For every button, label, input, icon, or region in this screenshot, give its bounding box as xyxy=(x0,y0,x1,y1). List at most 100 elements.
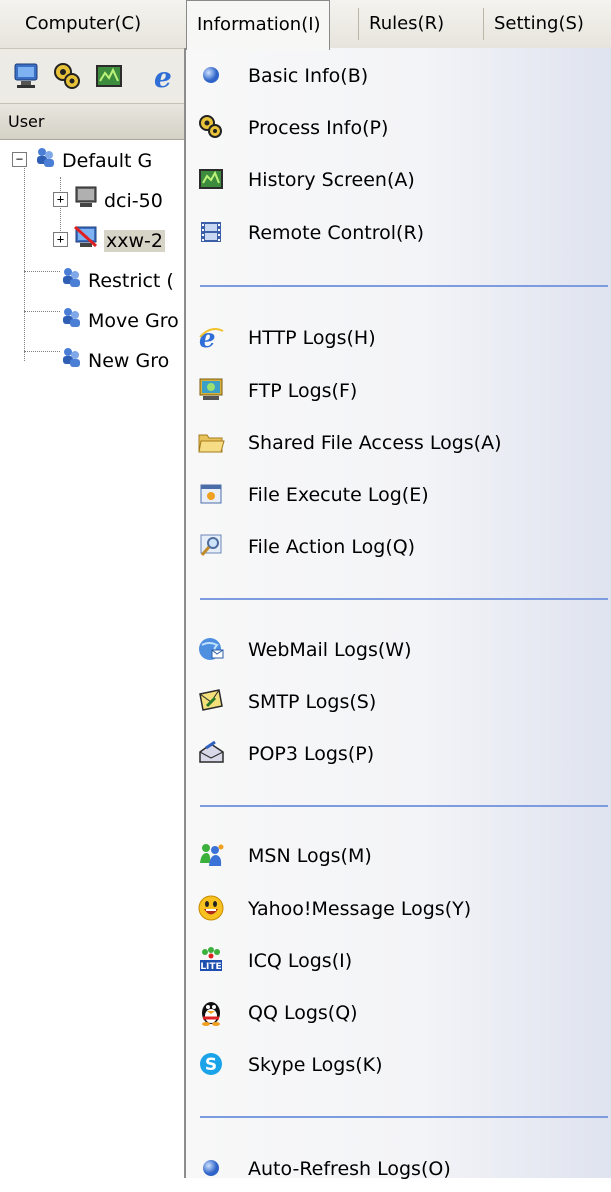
menu-separator xyxy=(200,805,608,807)
tree-item-label: New Gro xyxy=(88,350,170,372)
menu-item-skype-logs[interactable]: S Skype Logs(K) xyxy=(186,1042,611,1088)
menu-item-icq-logs[interactable]: LITE ICQ Logs(I) xyxy=(186,938,611,984)
menu-item-file-action-log[interactable]: File Action Log(Q) xyxy=(186,524,611,570)
menu-bar: Computer(C) Information(I) Rules(R) Sett… xyxy=(0,0,611,50)
menu-item-yahoo-message-logs[interactable]: Yahoo!Message Logs(Y) xyxy=(186,886,611,932)
menu-separator xyxy=(200,285,608,287)
computer-icon[interactable] xyxy=(12,61,42,91)
msn-icon xyxy=(196,840,226,870)
menu-item-label: Yahoo!Message Logs(Y) xyxy=(248,898,472,920)
menu-item-label: QQ Logs(Q) xyxy=(248,1002,358,1024)
computer-offline-icon xyxy=(73,222,98,262)
tree-guide-line xyxy=(24,161,25,361)
menu-item-qq-logs[interactable]: QQ Logs(Q) xyxy=(186,990,611,1036)
menu-item-basic-info[interactable]: Basic Info(B) xyxy=(186,53,611,99)
menu-item-history-screen[interactable]: History Screen(A) xyxy=(186,157,611,203)
menu-item-label: FTP Logs(F) xyxy=(248,380,358,402)
tree-guide-line xyxy=(24,271,60,272)
tree-item-group[interactable]: Restrict ( xyxy=(60,261,174,301)
menu-item-label: SMTP Logs(S) xyxy=(248,691,377,713)
menu-item-process-info[interactable]: Process Info(P) xyxy=(186,105,611,151)
user-column-header[interactable]: User xyxy=(0,104,186,140)
expand-icon[interactable]: + xyxy=(53,232,68,247)
tree-item-label: Default G xyxy=(62,150,153,172)
menu-item-label: Process Info(P) xyxy=(248,117,389,139)
tree-item-group[interactable]: Move Gro xyxy=(60,301,179,341)
ftp-icon xyxy=(196,375,226,405)
tree-item-label: Move Gro xyxy=(88,310,179,332)
qq-icon xyxy=(196,997,226,1027)
film-icon xyxy=(196,217,226,247)
folder-icon xyxy=(196,427,226,457)
menu-item-smtp-logs[interactable]: SMTP Logs(S) xyxy=(186,679,611,725)
tree-item-group[interactable]: Default G xyxy=(34,141,152,181)
tree-item-label: dci-50 xyxy=(104,190,163,212)
blue-sphere-icon xyxy=(196,1153,226,1183)
tree-item-label: Restrict ( xyxy=(88,270,174,292)
toolbar: e xyxy=(0,49,186,104)
collapse-icon[interactable]: − xyxy=(12,152,27,167)
menu-item-label: ICQ Logs(I) xyxy=(248,950,353,972)
menu-item-auto-refresh-logs[interactable]: Auto-Refresh Logs(O) xyxy=(186,1146,611,1192)
menu-item-msn-logs[interactable]: MSN Logs(M) xyxy=(186,833,611,879)
svg-text:LITE: LITE xyxy=(200,962,221,972)
tree-item-computer-selected[interactable]: xxw-2 xyxy=(73,221,165,262)
column-header-label: User xyxy=(8,112,45,131)
yahoo-icon xyxy=(196,893,226,923)
menu-item-http-logs[interactable]: e HTTP Logs(H) xyxy=(186,315,611,361)
menu-item-label: HTTP Logs(H) xyxy=(248,327,376,349)
internet-explorer-icon[interactable]: e xyxy=(152,61,182,94)
menu-item-remote-control[interactable]: Remote Control(R) xyxy=(186,210,611,256)
screen-history-icon xyxy=(196,164,226,194)
menu-item-shared-file-access-logs[interactable]: Shared File Access Logs(A) xyxy=(186,420,611,466)
magnifier-icon xyxy=(196,531,226,561)
computer-icon xyxy=(74,182,98,222)
menu-information[interactable]: Information(I) xyxy=(186,0,330,50)
menu-item-webmail-logs[interactable]: WebMail Logs(W) xyxy=(186,627,611,673)
smtp-icon xyxy=(196,686,226,716)
gears-icon[interactable] xyxy=(52,61,82,91)
icq-icon: LITE xyxy=(196,945,226,975)
expand-icon[interactable]: + xyxy=(53,192,68,207)
gears-icon xyxy=(196,112,226,142)
internet-explorer-icon: e xyxy=(196,322,226,352)
screen-history-icon[interactable] xyxy=(94,61,124,91)
menu-item-label: File Action Log(Q) xyxy=(248,536,416,558)
menu-item-ftp-logs[interactable]: FTP Logs(F) xyxy=(186,368,611,414)
menu-item-label: Auto-Refresh Logs(O) xyxy=(248,1158,451,1180)
menu-item-file-execute-log[interactable]: File Execute Log(E) xyxy=(186,472,611,518)
tree-item-label: xxw-2 xyxy=(104,230,165,252)
tree-item-group[interactable]: New Gro xyxy=(60,341,169,381)
menu-computer[interactable]: Computer(C) xyxy=(25,0,141,48)
pop3-icon xyxy=(196,738,226,768)
svg-text:e: e xyxy=(154,61,172,91)
menu-item-label: Basic Info(B) xyxy=(248,65,369,87)
group-icon xyxy=(60,342,82,382)
menu-item-pop3-logs[interactable]: POP3 Logs(P) xyxy=(186,731,611,777)
blue-sphere-icon xyxy=(196,60,226,90)
menu-item-label: History Screen(A) xyxy=(248,169,415,191)
menu-item-label: Remote Control(R) xyxy=(248,222,425,244)
menu-item-label: MSN Logs(M) xyxy=(248,845,372,867)
group-icon xyxy=(60,262,82,302)
menu-separator xyxy=(200,1116,608,1118)
group-icon xyxy=(34,142,56,182)
tree-guide-line xyxy=(24,311,60,312)
menu-item-label: Skype Logs(K) xyxy=(248,1054,383,1076)
menu-item-label: File Execute Log(E) xyxy=(248,484,429,506)
file-execute-icon xyxy=(196,479,226,509)
menu-item-label: POP3 Logs(P) xyxy=(248,743,375,765)
menu-item-label: WebMail Logs(W) xyxy=(248,639,412,661)
svg-text:S: S xyxy=(205,1055,217,1075)
svg-text:e: e xyxy=(199,324,216,351)
menu-setting[interactable]: Setting(S) xyxy=(494,0,584,48)
tree-guide-line xyxy=(24,351,60,352)
menu-rules[interactable]: Rules(R) xyxy=(369,0,444,48)
tree-item-computer[interactable]: dci-50 xyxy=(74,181,163,221)
group-tree: − Default G + dci-50 + xxw-2 Restrict ( … xyxy=(0,141,186,1178)
webmail-icon xyxy=(196,634,226,664)
menu-divider xyxy=(483,8,484,40)
menu-item-label: Shared File Access Logs(A) xyxy=(248,432,502,454)
skype-icon: S xyxy=(196,1049,226,1079)
information-dropdown-menu: Basic Info(B) Process Info(P) History Sc… xyxy=(184,48,611,1180)
